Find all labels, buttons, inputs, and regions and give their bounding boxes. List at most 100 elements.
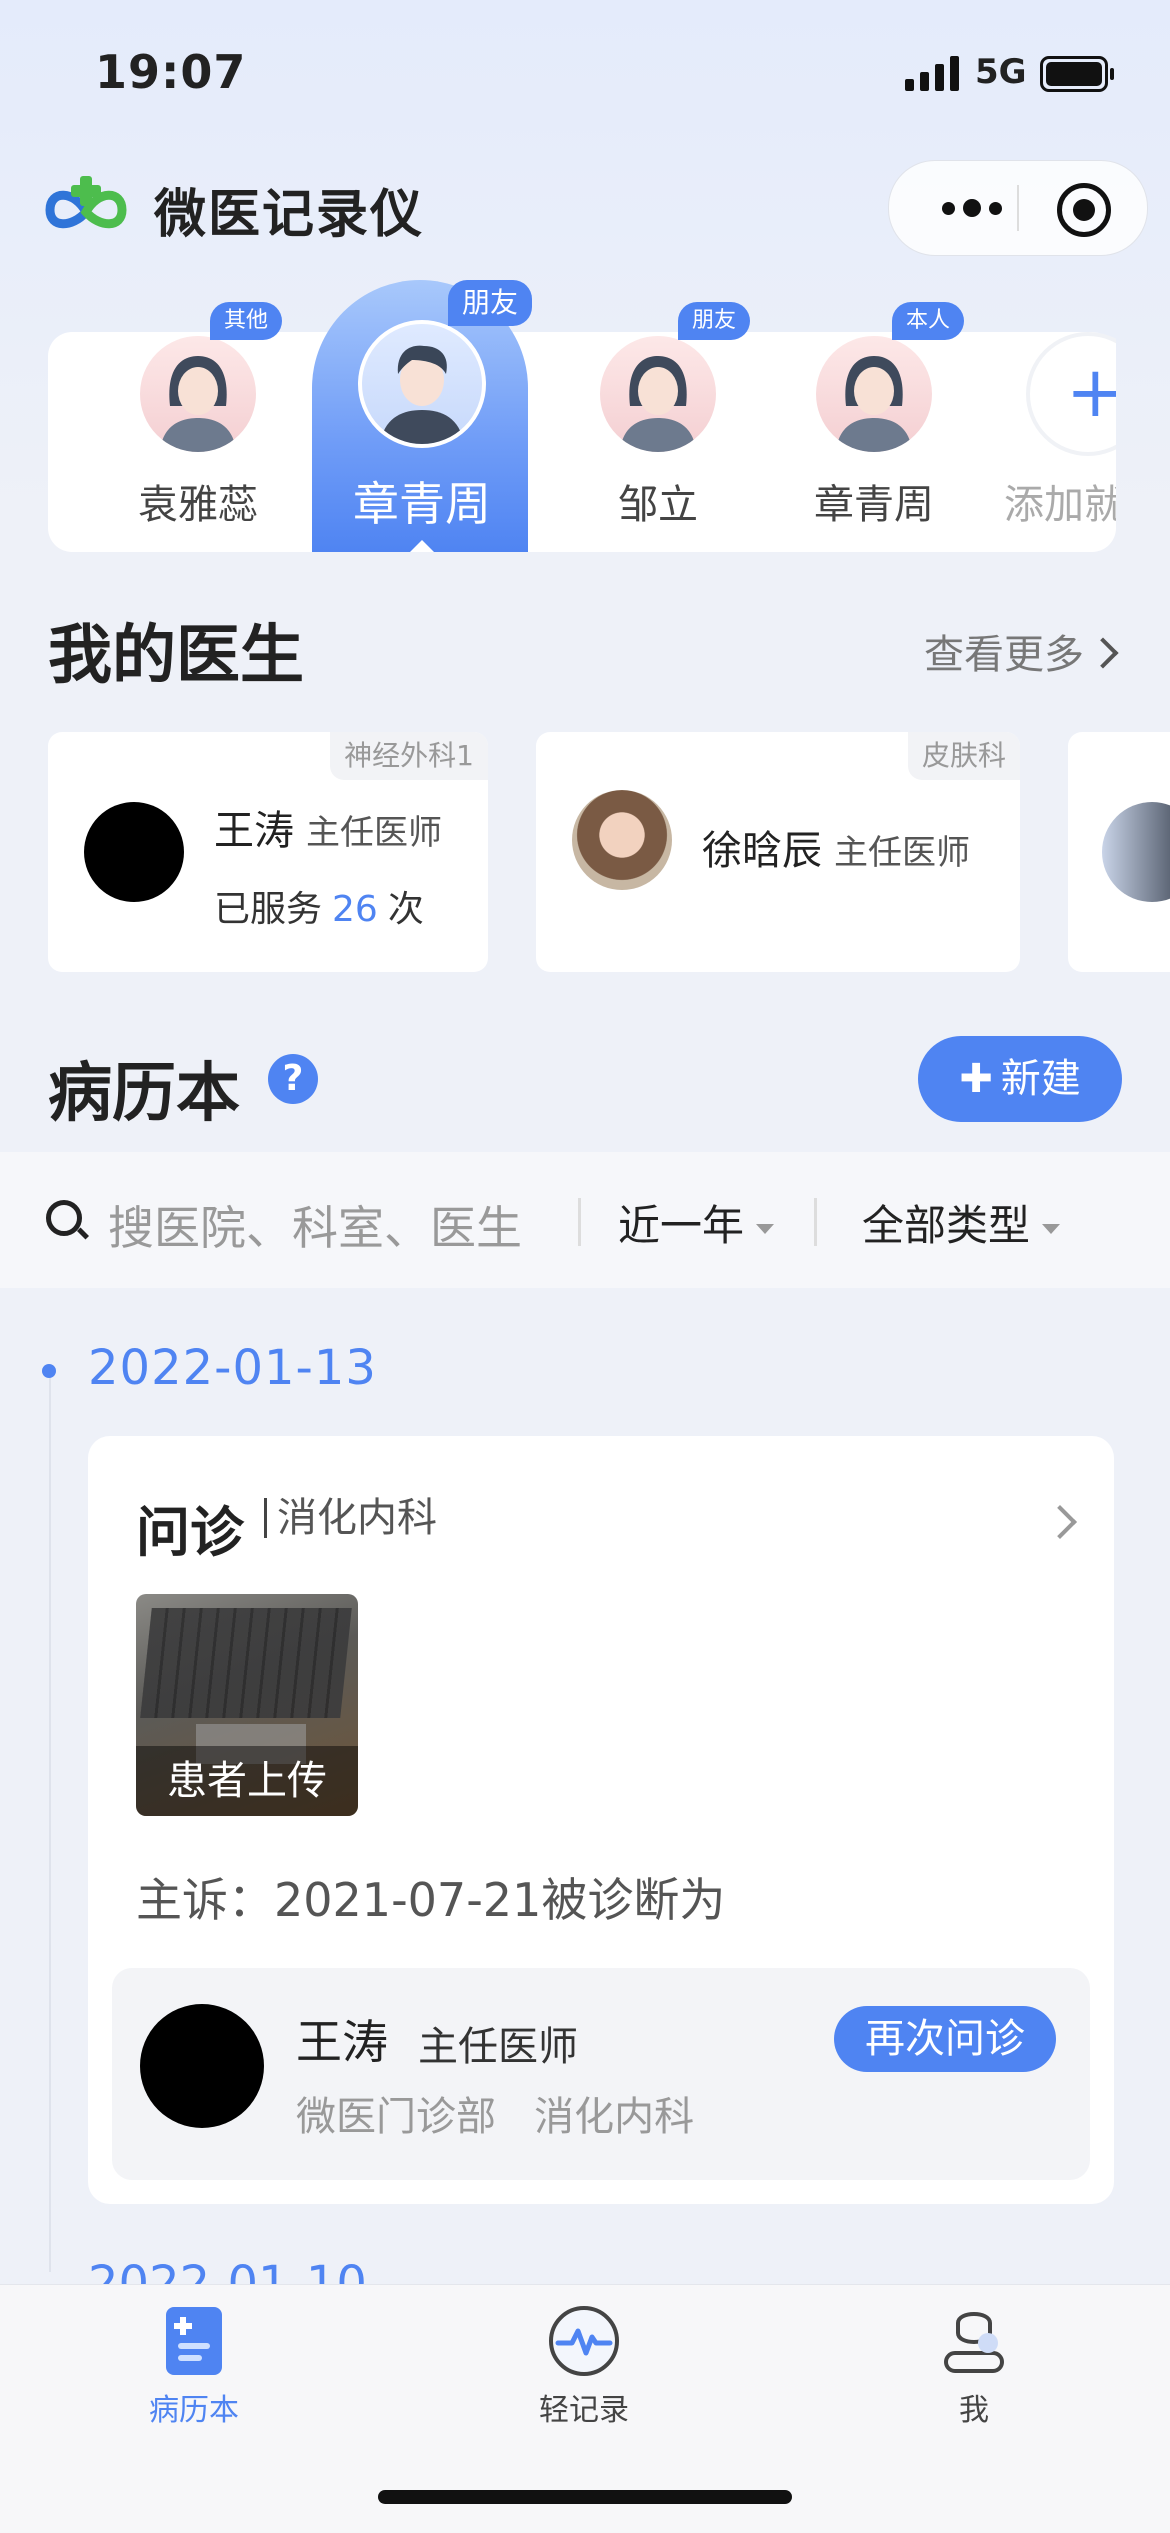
tab-label: 轻记录 [539,2393,629,2428]
relation-tag: 朋友 [448,280,532,326]
relation-tag: 本人 [892,302,965,340]
family-member-active[interactable]: 朋友 章青周 [312,280,532,552]
served-count-line: 已服务 26 次 [214,880,424,932]
tab-quick-record[interactable]: 轻记录 [484,2303,684,2429]
thumbnail-caption: 患者上传 [136,1746,358,1816]
doctor-name-line: 徐晗辰 主任医师 [702,818,970,876]
add-member-label: 添加就 [1004,482,1116,528]
doctor-name: 王涛 [296,2015,388,2069]
network-label: 5G [975,52,1027,92]
doctor-title: 主任医师 [834,833,970,873]
filter-bar: 搜医院、科室、医生 近一年 全部类型 [0,1152,1170,1288]
family-member[interactable]: 本人 章青周 [764,280,984,552]
add-member-button[interactable]: + 添加就 [978,280,1116,552]
timeline-dot [42,1364,56,1378]
record-dept: 消化内科 [264,1498,437,1538]
doctor-avatar [1102,802,1170,902]
tab-me[interactable]: 我 [874,2303,1074,2429]
member-name: 邹立 [618,482,698,528]
record-image-thumbnail[interactable]: 患者上传 [136,1594,358,1816]
avatar [812,332,936,456]
caret-down-icon [756,1223,775,1234]
doctor-org: 微医门诊部 消化内科 [296,2094,695,2140]
doctor-name-line: 王涛 主任医师 [214,798,442,856]
doctor-dept-badge: 神经外科1 [330,732,488,780]
served-count: 26 [332,889,378,930]
view-more-link[interactable]: 查看更多 [924,622,1119,680]
app-logo-icon [45,176,127,229]
avatar [136,332,260,456]
served-prefix: 已服务 [214,889,323,930]
my-doctors-title: 我的医生 [48,619,304,693]
home-indicator [378,2490,792,2504]
laptop-keyboard-image [140,1608,352,1718]
plus-icon: + [1066,357,1116,427]
time-filter-dropdown[interactable]: 近一年 [618,1192,775,1253]
doctor-card[interactable]: 神经外科1 王涛 主任医师 已服务 26 次 [48,732,488,972]
add-avatar: + [1026,332,1116,456]
pulse-icon [546,2303,622,2379]
status-bar: 19:07 5G [0,0,1170,150]
member-name: 章青周 [353,477,491,531]
profile-icon [936,2303,1012,2379]
search-icon [46,1200,82,1236]
battery-icon [1040,56,1114,92]
capsule-divider [1017,185,1019,231]
member-name: 袁雅蕊 [138,482,258,528]
doctor-avatar [140,2004,264,2128]
male-avatar-icon [380,345,464,444]
doctor-name: 徐晗辰 [702,828,822,874]
record-card[interactable]: 问诊 消化内科 患者上传 主诉：2021-07-21被诊断为 王涛 主任医师 微… [88,1436,1114,2204]
active-pointer [410,540,434,552]
filter-divider [814,1198,817,1246]
plus-icon: ✚ [959,1056,993,1102]
doctor-card-partial[interactable] [1068,732,1170,972]
filter-divider [578,1198,581,1246]
chevron-right-icon [1043,1505,1077,1539]
served-suffix: 次 [387,889,424,930]
doctor-card[interactable]: 皮肤科 徐晗辰 主任医师 [536,732,1020,972]
female-avatar-icon [160,356,236,452]
record-date: 2022-01-13 [88,1340,377,1396]
help-icon[interactable]: ? [268,1054,318,1104]
search-input[interactable]: 搜医院、科室、医生 [108,1192,522,1258]
records-title: 病历本 [48,1057,240,1131]
doctor-title: 主任医师 [306,813,442,853]
record-doctor-panel: 王涛 主任医师 微医门诊部 消化内科 再次问诊 [112,1968,1090,2180]
medical-record-icon [156,2303,232,2379]
avatar [596,332,720,456]
doctor-avatar [572,790,672,890]
app-title: 微医记录仪 [154,185,425,245]
female-avatar-icon [836,356,912,452]
new-record-button[interactable]: ✚ 新建 [918,1036,1122,1122]
doctor-title: 主任医师 [418,2024,578,2070]
relation-tag: 朋友 [678,302,751,340]
doctor-name: 王涛 [214,808,294,854]
type-filter-dropdown[interactable]: 全部类型 [862,1192,1061,1253]
tab-records[interactable]: 病历本 [94,2303,294,2429]
status-time: 19:07 [95,45,247,99]
family-strip: 其他 袁雅蕊 朋友 章青周 朋友 邹立 本人 章青周 添加就 [48,280,1116,552]
consult-again-button[interactable]: 再次问诊 [834,2006,1056,2072]
new-record-label: 新建 [1000,1056,1081,1102]
female-avatar-icon [620,356,696,452]
family-member[interactable]: 朋友 邹立 [548,280,768,552]
tab-label: 病历本 [149,2393,239,2428]
doctor-avatar [84,802,184,902]
time-filter-label: 近一年 [618,1201,745,1250]
member-name: 章青周 [814,482,934,528]
type-filter-label: 全部类型 [862,1201,1031,1250]
more-icon[interactable] [929,189,1015,227]
tab-label: 我 [959,2393,989,2428]
view-more-label: 查看更多 [924,632,1084,678]
timeline-line [49,1372,51,2272]
relation-tag: 其他 [210,302,283,340]
signal-icon [905,55,959,91]
avatar [358,320,486,448]
mini-program-capsule [888,160,1148,256]
family-member[interactable]: 其他 袁雅蕊 [88,280,308,552]
close-target-icon[interactable] [1057,183,1111,237]
caret-down-icon [1042,1223,1061,1234]
chevron-right-icon [1087,637,1119,669]
record-kind: 问诊 [136,1501,244,1564]
